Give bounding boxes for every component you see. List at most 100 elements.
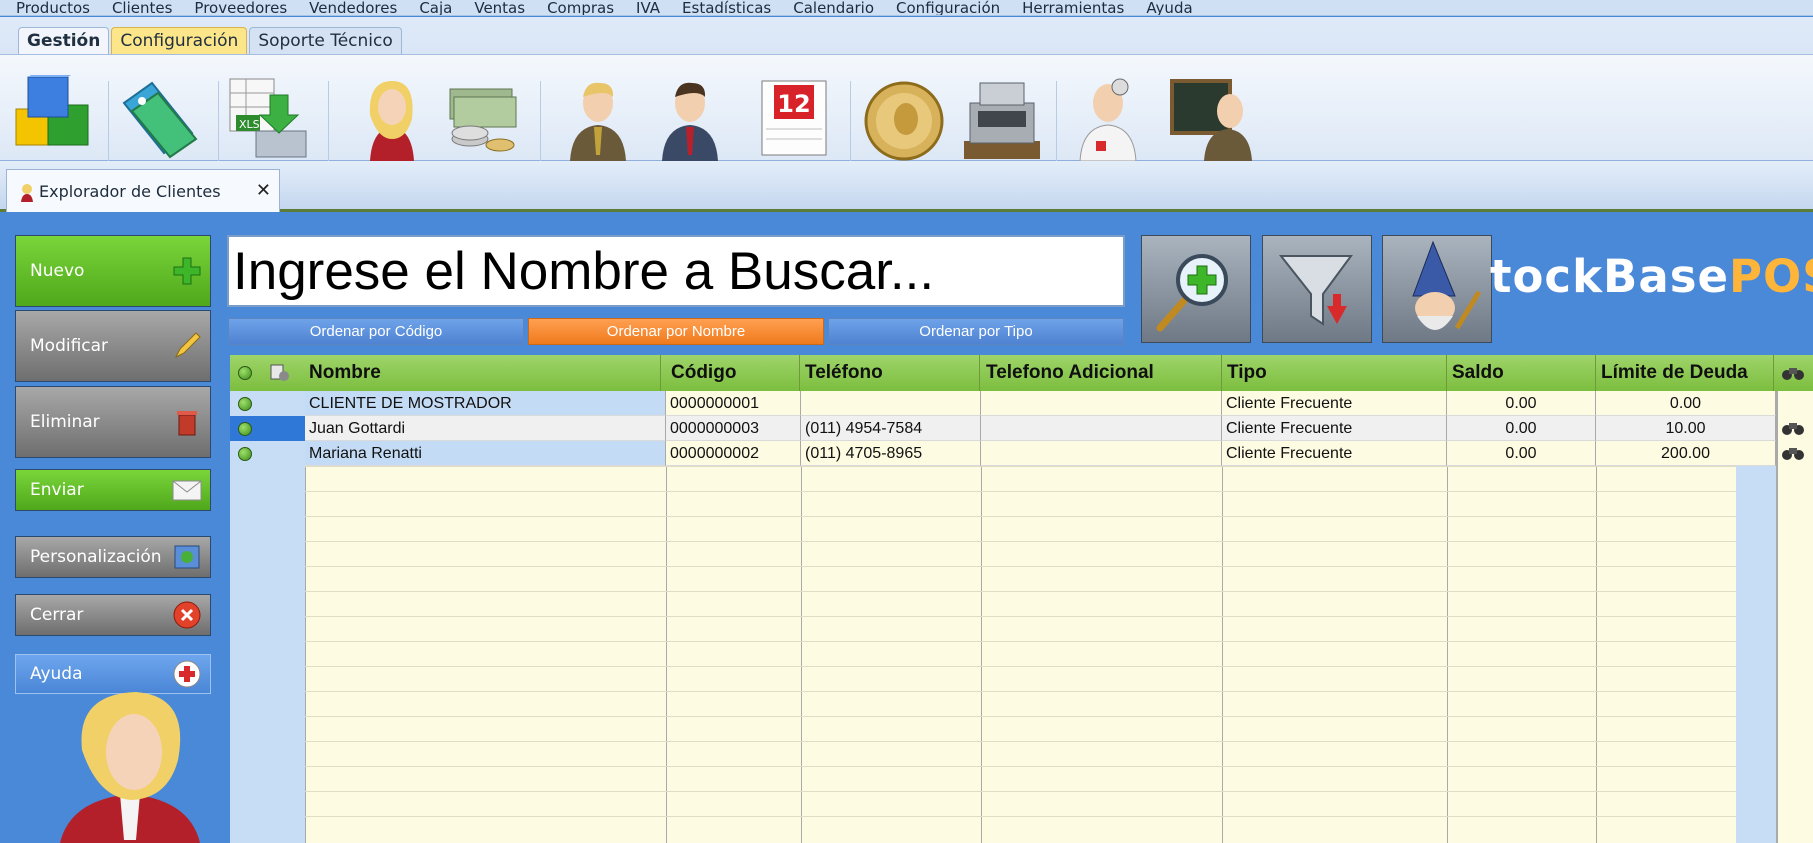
search-zoom-button[interactable] [1141, 235, 1251, 343]
menu-ayuda[interactable]: Ayuda [1146, 1, 1192, 16]
cell-tipo: Cliente Frecuente [1222, 416, 1447, 441]
menu-bar: Productos Clientes Proveedores Vendedore… [0, 0, 1813, 16]
close-icon[interactable]: ✕ [256, 180, 271, 201]
cell-saldo: 0.00 [1447, 416, 1596, 441]
enviar-label: Enviar [30, 480, 84, 500]
menu-clientes[interactable]: Clientes [112, 1, 172, 16]
cell-codigo: 0000000001 [666, 391, 801, 416]
tab-explorador-de-clientes[interactable]: Explorador de Clientes ✕ [6, 169, 280, 212]
nuevo-label: Nuevo [30, 261, 85, 281]
personalizacion-label: Personalización [30, 547, 162, 567]
menu-calendario[interactable]: Calendario [793, 1, 874, 16]
calendar-day-text: 12 [777, 90, 810, 118]
menu-herramientas[interactable]: Herramientas [1022, 1, 1124, 16]
binoculars-header-icon[interactable] [1781, 364, 1805, 387]
coin-icon[interactable] [862, 75, 946, 161]
search-input[interactable] [227, 235, 1125, 307]
tab-gestion[interactable]: Gestión [18, 27, 110, 54]
funnel-icon [1278, 255, 1353, 326]
menu-configuracion[interactable]: Configuración [896, 1, 1000, 16]
price-tags-icon[interactable] [118, 75, 202, 161]
cell-saldo: 0.00 [1447, 391, 1596, 416]
eliminar-label: Eliminar [30, 412, 100, 432]
nuevo-button[interactable]: Nuevo [15, 235, 211, 307]
cell-limite: 0.00 [1596, 391, 1776, 416]
teacher-blackboard-icon[interactable] [1170, 75, 1254, 161]
status-dot-icon [238, 397, 252, 411]
tab-configuracion[interactable]: Configuración [111, 27, 248, 54]
calendar-icon[interactable]: 12 [752, 75, 836, 161]
sort-by-name-button[interactable]: Ordenar por Nombre [528, 318, 824, 345]
col-telefono[interactable]: Teléfono [801, 355, 980, 391]
client-man-icon[interactable] [556, 75, 640, 161]
cerrar-label: Cerrar [30, 605, 84, 625]
menu-ventas[interactable]: Ventas [474, 1, 525, 16]
client-tab-icon [19, 182, 35, 206]
cell-limite: 200.00 [1596, 441, 1776, 466]
filter-button[interactable] [1262, 235, 1372, 343]
doctor-support-icon[interactable] [1066, 75, 1150, 162]
money-coins-icon[interactable] [440, 75, 524, 161]
doc-tab-label: Explorador de Clientes [39, 181, 221, 201]
supplier-man-icon[interactable] [648, 75, 732, 161]
col-telefono-adicional[interactable]: Telefono Adicional [982, 355, 1222, 391]
table-header: Nombre Código Teléfono Telefono Adiciona… [230, 355, 1813, 391]
personalizacion-button[interactable]: Personalización [15, 536, 211, 578]
customize-icon [172, 542, 202, 572]
envelope-icon [172, 475, 202, 505]
status-dot-icon [238, 447, 252, 461]
trash-icon [172, 407, 202, 437]
assistant-avatar [50, 690, 210, 843]
cerrar-button[interactable]: Cerrar [15, 594, 211, 636]
pencil-icon [172, 331, 202, 361]
modificar-button[interactable]: Modificar [15, 310, 211, 382]
ayuda-label: Ayuda [30, 664, 83, 684]
col-codigo[interactable]: Código [667, 355, 800, 391]
products-cube-icon[interactable] [10, 69, 94, 161]
eliminar-button[interactable]: Eliminar [15, 386, 211, 458]
ribbon-toolbar: XLS 12 [0, 54, 1813, 171]
modificar-label: Modificar [30, 336, 109, 356]
help-plus-icon [172, 659, 202, 689]
menu-caja[interactable]: Caja [419, 1, 452, 16]
binoculars-icon[interactable] [1782, 420, 1804, 441]
cell-codigo: 0000000002 [666, 441, 801, 466]
cell-limite: 10.00 [1596, 416, 1776, 441]
cell-codigo: 0000000003 [666, 416, 801, 441]
plus-icon [172, 256, 202, 286]
enviar-button[interactable]: Enviar [15, 469, 211, 511]
wizard-button[interactable] [1382, 235, 1492, 343]
col-nombre[interactable]: Nombre [305, 355, 661, 391]
ribbon-tabs: Gestión Configuración Soporte Técnico [18, 27, 404, 54]
col-limite-de-deuda[interactable]: Límite de Deuda [1597, 355, 1774, 391]
ribbon: Gestión Configuración Soporte Técnico XL… [0, 17, 1813, 171]
sort-by-type-button[interactable]: Ordenar por Tipo [828, 318, 1124, 345]
cell-telefono [801, 391, 981, 416]
menu-compras[interactable]: Compras [547, 1, 614, 16]
tab-soporte-tecnico[interactable]: Soporte Técnico [249, 27, 402, 54]
col-saldo[interactable]: Saldo [1448, 355, 1596, 391]
menu-estadisticas[interactable]: Estadísticas [682, 1, 771, 16]
menu-proveedores[interactable]: Proveedores [194, 1, 287, 16]
seller-woman-icon[interactable] [350, 75, 434, 161]
cell-nombre: Mariana Renatti [305, 441, 666, 466]
status-header-icon [238, 366, 252, 380]
ayuda-button[interactable]: Ayuda [15, 654, 211, 694]
cell-telefono-adicional [981, 391, 1222, 416]
binoculars-icon[interactable] [1782, 445, 1804, 466]
menu-productos[interactable]: Productos [16, 1, 90, 16]
cell-tipo: Cliente Frecuente [1222, 441, 1447, 466]
magnifier-plus-icon [1156, 254, 1228, 332]
menu-iva[interactable]: IVA [636, 1, 660, 16]
excel-import-icon[interactable]: XLS [226, 75, 310, 161]
clients-table[interactable]: Nombre Código Teléfono Telefono Adiciona… [230, 355, 1813, 843]
cell-tipo: Cliente Frecuente [1222, 391, 1447, 416]
close-circle-icon [172, 600, 202, 630]
status-dot-icon [238, 422, 252, 436]
cell-nombre: CLIENTE DE MOSTRADOR [305, 391, 666, 416]
cash-register-icon[interactable] [960, 75, 1044, 161]
svg-text:XLS: XLS [239, 118, 260, 131]
menu-vendedores[interactable]: Vendedores [309, 1, 397, 16]
sort-by-code-button[interactable]: Ordenar por Código [228, 318, 524, 345]
col-tipo[interactable]: Tipo [1223, 355, 1447, 391]
